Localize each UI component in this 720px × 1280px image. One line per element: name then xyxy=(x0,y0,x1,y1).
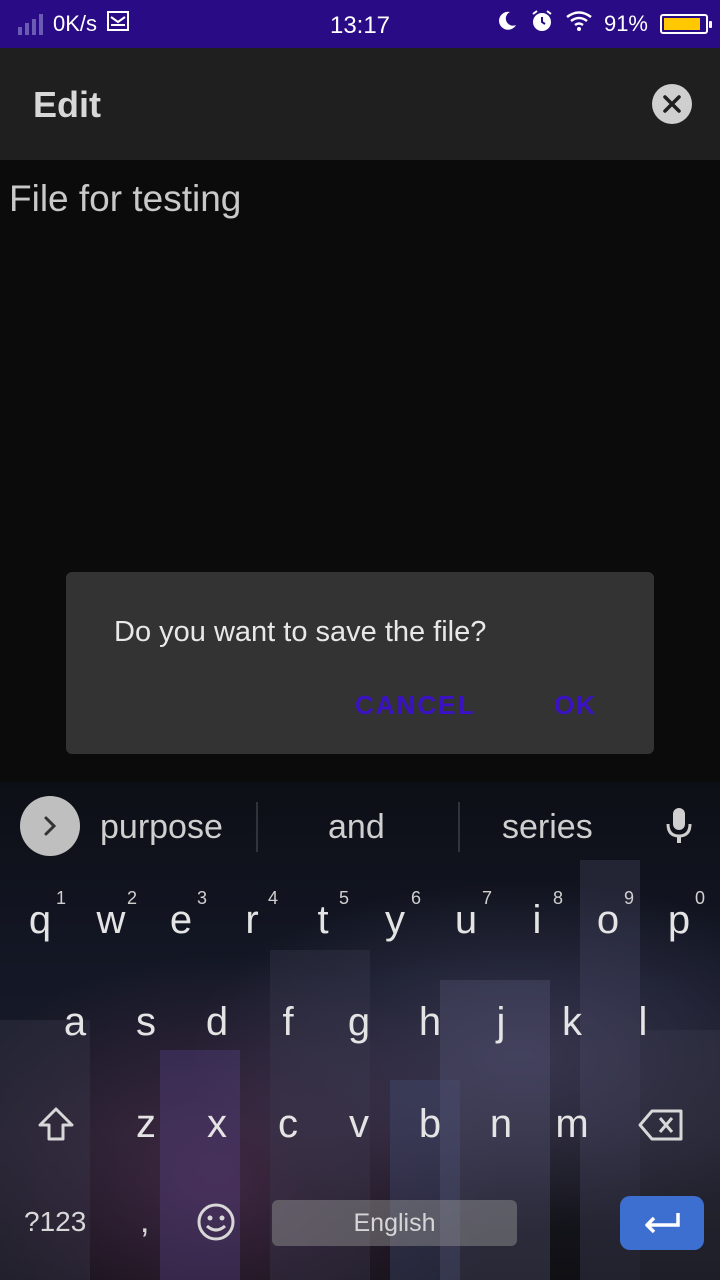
backspace-icon xyxy=(638,1109,683,1141)
symbols-key[interactable]: ?123 xyxy=(24,1206,86,1238)
moon-icon xyxy=(496,10,518,38)
close-button[interactable] xyxy=(652,84,692,124)
key-b[interactable]: b xyxy=(398,1102,462,1147)
battery-percent: 91% xyxy=(603,11,648,36)
emoji-key[interactable] xyxy=(196,1202,236,1247)
key-n[interactable]: n xyxy=(469,1102,533,1147)
key-v[interactable]: v xyxy=(327,1102,391,1147)
shift-icon xyxy=(38,1107,74,1141)
key-hint: 9 xyxy=(624,888,635,908)
suggestion-3[interactable]: series xyxy=(502,808,593,847)
key-hint: 8 xyxy=(553,888,564,908)
signal-icon xyxy=(18,13,43,35)
battery-level xyxy=(664,18,701,30)
key-s[interactable]: s xyxy=(114,1000,178,1045)
page-title: Edit xyxy=(33,84,101,125)
editor-content[interactable]: File for testing xyxy=(9,178,241,220)
suggestion-divider xyxy=(256,802,258,852)
suggestion-1[interactable]: purpose xyxy=(100,808,223,847)
key-hint: 4 xyxy=(268,888,279,908)
close-icon xyxy=(663,95,681,113)
battery-icon xyxy=(660,14,712,34)
key-d[interactable]: d xyxy=(185,1000,249,1045)
status-right: 91% xyxy=(496,0,712,48)
key-hint: 6 xyxy=(411,888,422,908)
expand-toolbar-button[interactable] xyxy=(20,796,80,856)
enter-key[interactable] xyxy=(620,1196,704,1250)
wifi-icon xyxy=(566,11,592,37)
key-j[interactable]: j xyxy=(469,1000,533,1045)
key-hint: 2 xyxy=(127,888,138,908)
status-left: 0K/s xyxy=(18,0,130,48)
key-h[interactable]: h xyxy=(398,1000,462,1045)
key-hint: 5 xyxy=(339,888,350,908)
key-hint: 7 xyxy=(482,888,493,908)
network-speed: 0K/s xyxy=(53,11,98,36)
dialog-message: Do you want to save the file? xyxy=(114,616,487,648)
key-k[interactable]: k xyxy=(540,1000,604,1045)
mail-icon xyxy=(107,11,130,37)
key-x[interactable]: x xyxy=(185,1102,249,1147)
key-f[interactable]: f xyxy=(256,1000,320,1045)
keyboard: purpose and series q1w2e3r4t5y6u7i8o9p0 … xyxy=(0,782,720,1280)
key-z[interactable]: z xyxy=(114,1102,178,1147)
key-hint: 1 xyxy=(56,888,67,908)
enter-icon xyxy=(645,1213,680,1234)
comma-key[interactable]: , xyxy=(140,1202,149,1241)
suggestion-bar: purpose and series xyxy=(0,782,720,874)
app-bar: Edit xyxy=(0,48,720,160)
backspace-key[interactable] xyxy=(638,1108,684,1147)
chevron-right-icon xyxy=(44,816,57,836)
key-hint: 3 xyxy=(197,888,208,908)
suggestion-2[interactable]: and xyxy=(328,808,385,847)
shift-key[interactable] xyxy=(36,1106,76,1147)
key-m[interactable]: m xyxy=(540,1102,604,1147)
key-hint: 0 xyxy=(695,888,706,908)
key-a[interactable]: a xyxy=(43,1000,107,1045)
cancel-button[interactable]: CANCEL xyxy=(355,690,475,721)
key-l[interactable]: l xyxy=(611,1000,675,1045)
alarm-icon xyxy=(530,9,554,39)
mic-icon[interactable] xyxy=(664,806,694,851)
key-g[interactable]: g xyxy=(327,1000,391,1045)
ok-button[interactable]: OK xyxy=(554,690,597,721)
suggestion-divider xyxy=(458,802,460,852)
key-c[interactable]: c xyxy=(256,1102,320,1147)
status-bar: 0K/s 13:17 91% xyxy=(0,0,720,48)
space-key[interactable]: English xyxy=(272,1200,517,1246)
save-dialog: Do you want to save the file? CANCEL OK xyxy=(66,572,654,754)
emoji-icon xyxy=(197,1203,235,1241)
